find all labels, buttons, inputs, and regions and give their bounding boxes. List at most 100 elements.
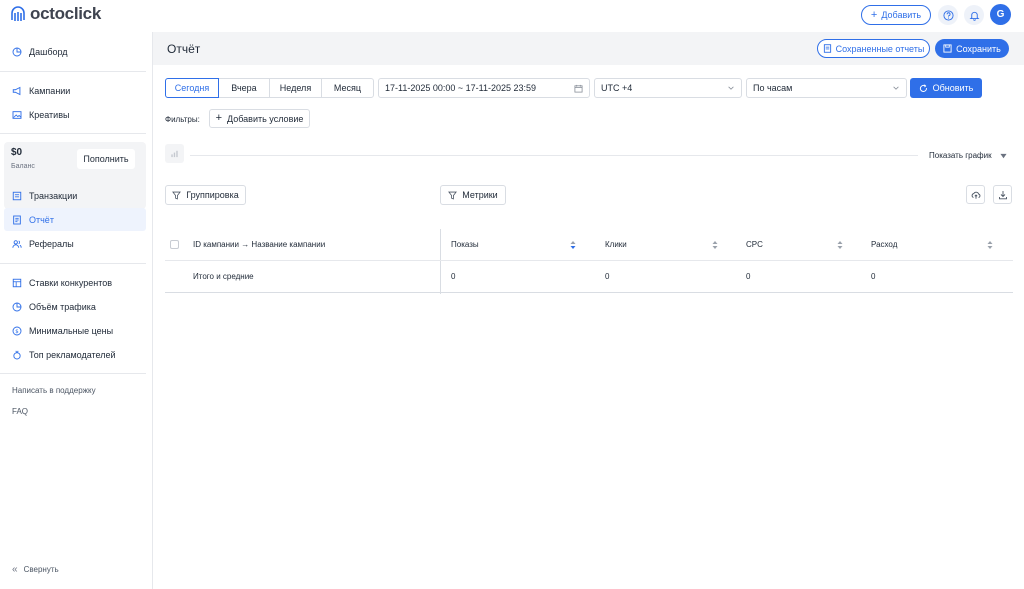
sidebar-item-min-prices[interactable]: $ Минимальные цены <box>4 319 146 342</box>
image-icon <box>12 110 22 119</box>
filter-funnel-icon <box>172 191 182 200</box>
upload-button[interactable] <box>966 185 985 204</box>
chevron-down-icon <box>893 86 899 90</box>
support-link[interactable]: Написать в поддержку <box>12 386 96 395</box>
add-button[interactable]: + Добавить <box>861 5 931 25</box>
sidebar-item-label: Минимальные цены <box>29 325 114 336</box>
metrics-button[interactable]: Метрики <box>440 185 506 205</box>
sidebar-item-top-advertisers[interactable]: Топ рекламодателей <box>4 343 146 366</box>
tab-yesterday[interactable]: Вчера <box>218 78 270 98</box>
column-header-spend[interactable]: Расход <box>871 229 897 260</box>
top-bar: octoclick + Добавить G <box>0 0 1024 32</box>
sidebar-item-transactions[interactable]: Транзакции <box>4 184 146 207</box>
tab-month[interactable]: Месяц <box>321 78 374 98</box>
add-condition-button[interactable]: + Добавить условие <box>209 109 310 128</box>
octopus-logo-icon <box>11 6 25 21</box>
sidebar-item-label: Объём трафика <box>29 301 96 312</box>
sidebar-item-label: Транзакции <box>29 190 78 201</box>
download-button[interactable] <box>993 185 1012 204</box>
sidebar-item-dashboard[interactable]: Дашборд <box>4 40 146 63</box>
caret-down-icon <box>1000 153 1007 158</box>
table-icon <box>12 278 22 287</box>
save-button[interactable]: Сохранить <box>935 39 1009 58</box>
topup-button[interactable]: Пополнить <box>77 149 135 169</box>
filters-label: Фильтры: <box>165 115 200 124</box>
sidebar-divider <box>0 263 146 264</box>
grouping-label: Группировка <box>186 190 239 200</box>
chart-toggle-icon-box[interactable] <box>165 144 184 163</box>
double-chevron-left-icon: « <box>12 564 18 575</box>
question-icon <box>942 9 954 21</box>
timezone-select[interactable]: UTC +4 <box>594 78 742 98</box>
calendar-icon <box>574 84 583 93</box>
select-all-checkbox[interactable] <box>170 240 179 249</box>
sidebar-item-label: Топ рекламодателей <box>29 349 116 360</box>
report-icon <box>13 215 21 224</box>
date-range-picker[interactable]: 17-11-2025 00:00 ~ 17-11-2025 23:59 <box>378 78 590 98</box>
balance-amount: $0 <box>11 147 23 158</box>
bar-chart-icon <box>171 150 178 158</box>
sidebar-item-traffic-volume[interactable]: Объём трафика <box>4 295 146 318</box>
notifications-button[interactable] <box>964 5 984 25</box>
refresh-icon <box>919 83 927 92</box>
pie-chart-icon <box>12 47 22 56</box>
grouping-button[interactable]: Группировка <box>165 185 246 205</box>
sidebar-item-label: Ставки конкурентов <box>29 277 113 288</box>
tab-week[interactable]: Неделя <box>269 78 322 98</box>
saved-reports-label: Сохраненные отчеты <box>835 43 925 54</box>
sidebar-item-competitor-bids[interactable]: Ставки конкурентов <box>4 271 146 294</box>
avatar[interactable]: G <box>990 4 1011 25</box>
faq-link[interactable]: FAQ <box>12 407 28 416</box>
svg-text:$: $ <box>15 328 18 334</box>
refresh-button[interactable]: Обновить <box>910 78 982 98</box>
sidebar-divider <box>0 71 146 72</box>
logo[interactable]: octoclick <box>9 4 101 24</box>
column-header-impressions[interactable]: Показы <box>451 229 479 260</box>
sidebar-item-label: Дашборд <box>29 46 68 57</box>
refresh-label: Обновить <box>932 83 974 93</box>
plus-icon: + <box>870 8 878 21</box>
sidebar-item-label: Креативы <box>29 109 70 120</box>
sort-icon[interactable] <box>712 240 718 250</box>
column-header-cpc[interactable]: CPC <box>746 229 763 260</box>
tab-today[interactable]: Сегодня <box>165 78 219 98</box>
document-icon <box>823 44 831 53</box>
medal-icon <box>13 350 21 359</box>
chart-divider <box>190 155 918 156</box>
table-cell: 0 <box>746 272 751 281</box>
chevron-down-icon <box>728 86 734 90</box>
transactions-icon <box>12 191 22 200</box>
help-button[interactable] <box>938 5 958 25</box>
table-header: ID кампании → Название кампании Показы К… <box>165 229 1013 261</box>
granularity-select[interactable]: По часам <box>746 78 907 98</box>
balance-label: Баланс <box>11 163 35 170</box>
page-title: Отчёт <box>167 42 201 56</box>
save-label: Сохранить <box>956 43 1001 54</box>
table-cell: 0 <box>605 272 610 281</box>
pie-chart-icon <box>12 302 22 311</box>
add-condition-label: Добавить условие <box>227 113 304 124</box>
sidebar-item-campaigns[interactable]: Кампании <box>4 79 146 102</box>
sidebar-divider <box>0 133 146 134</box>
sidebar-item-referrals[interactable]: Рефералы <box>4 232 146 255</box>
sort-icon[interactable] <box>570 240 576 250</box>
sort-icon[interactable] <box>837 240 843 250</box>
sort-icon[interactable] <box>987 240 993 250</box>
column-header-campaign[interactable]: ID кампании → Название кампании <box>193 229 325 260</box>
table-cell: 0 <box>451 272 456 281</box>
sidebar-item-report[interactable]: Отчёт <box>4 208 146 231</box>
sidebar: Дашборд Кампании Креативы $0 Баланс Попо… <box>0 32 153 589</box>
sidebar-item-creatives[interactable]: Креативы <box>4 103 146 126</box>
table-row: Итого и средние 0 0 0 0 <box>165 261 1013 293</box>
filter-funnel-icon <box>448 191 458 200</box>
megaphone-icon <box>12 86 21 95</box>
cloud-upload-icon <box>971 191 980 199</box>
logo-text: octoclick <box>30 4 101 23</box>
show-chart-toggle[interactable]: Показать график <box>929 151 1007 160</box>
sidebar-item-label: Кампании <box>29 85 71 96</box>
column-header-clicks[interactable]: Клики <box>605 229 627 260</box>
report-table: ID кампании → Название кампании Показы К… <box>165 229 1013 294</box>
timezone-value: UTC +4 <box>601 83 633 93</box>
saved-reports-button[interactable]: Сохраненные отчеты <box>817 39 930 58</box>
collapse-sidebar-button[interactable]: « Свернуть <box>12 564 59 575</box>
